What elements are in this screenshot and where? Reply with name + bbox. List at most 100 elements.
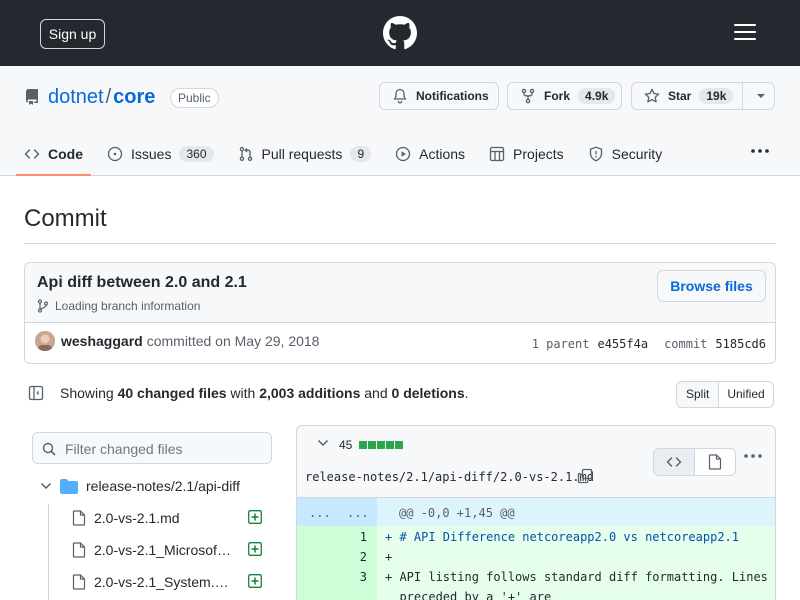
split-view-button[interactable]: Split [677, 382, 718, 407]
diff-line: preceded by a '+' are [297, 586, 775, 600]
line-code: preceded by a '+' are [385, 590, 552, 600]
issues-count: 360 [179, 146, 214, 162]
tree-file[interactable]: 2.0-vs-2.1_System.Buffers.md [72, 574, 272, 590]
filter-files-field[interactable] [32, 432, 272, 464]
chevron-down-icon [40, 482, 52, 490]
summary-files-changed: 40 changed files [117, 385, 227, 401]
rich-view-button[interactable] [695, 449, 736, 475]
branch-info: Loading branch information [37, 299, 200, 313]
hunk-header: ... ... @@ -0,0 +1,45 @@ [297, 498, 775, 526]
sidebar-toggle-icon[interactable] [28, 385, 44, 401]
tree-file-label: 2.0-vs-2.1.md [94, 510, 180, 526]
folder-icon [60, 478, 78, 494]
bell-icon [393, 88, 407, 104]
diff-line: 2 + [297, 546, 775, 566]
divider [24, 243, 776, 244]
repo-header: dotnet / core Public Notifications Fork 4.… [0, 66, 800, 176]
repo-separator: / [105, 86, 112, 108]
star-button[interactable]: Star 19k [631, 82, 743, 110]
diff-file-path[interactable]: release-notes/2.1/api-diff/2.0-vs-2.1.md [305, 470, 594, 484]
tree-file-label: 2.0-vs-2.1_System.Buffers.md [94, 574, 234, 590]
pull-requests-count: 9 [350, 146, 372, 162]
fork-icon [521, 88, 535, 104]
view-mode-toggle [653, 448, 736, 476]
author-link[interactable]: weshaggard [61, 333, 143, 349]
file-icon [72, 542, 86, 558]
file-icon [708, 454, 721, 470]
line-number[interactable]: 2 [337, 550, 367, 564]
expand-down-button[interactable]: ... [347, 506, 371, 520]
file-added-icon [248, 510, 262, 524]
parent-sha-link[interactable]: e455f4a [597, 337, 648, 351]
source-view-button[interactable] [654, 449, 695, 475]
repo-icon [25, 89, 38, 105]
unified-view-button[interactable]: Unified [718, 382, 773, 407]
commit-box: Api diff between 2.0 and 2.1 Loading bra… [24, 262, 776, 364]
summary-with: with [230, 385, 256, 401]
star-label: Star [668, 89, 692, 103]
tab-actions[interactable]: Actions [395, 132, 465, 176]
commit-sha: 5185cd6 [715, 337, 766, 351]
tab-pull-requests[interactable]: Pull requests 9 [238, 132, 372, 176]
summary-and: and [364, 385, 388, 401]
line-code: + API listing follows standard diff form… [385, 570, 768, 584]
commit-box-header: Api diff between 2.0 and 2.1 Loading bra… [25, 263, 775, 323]
issue-icon [107, 146, 123, 162]
expand-up-button[interactable]: ... [309, 506, 333, 520]
table-icon [489, 146, 505, 162]
search-icon [42, 442, 56, 456]
more-options-icon[interactable] [743, 453, 763, 459]
notifications-button[interactable]: Notifications [379, 82, 499, 110]
play-icon [395, 146, 411, 162]
more-options-icon[interactable] [750, 148, 770, 154]
tree-folder-label: release-notes/2.1/api-diff [86, 478, 240, 494]
tree-folder[interactable]: release-notes/2.1/api-diff [40, 478, 240, 494]
author-row: weshaggard committed on May 29, 2018 [35, 331, 319, 351]
fork-count: 4.9k [578, 88, 616, 104]
diff-summary: Showing 40 changed files with 2,003 addi… [28, 385, 469, 401]
tree-file[interactable]: 2.0-vs-2.1.md [72, 510, 272, 526]
github-logo-icon[interactable] [383, 16, 417, 50]
diff-line: 1 + # API Difference netcoreapp2.0 vs ne… [297, 526, 775, 546]
tab-projects[interactable]: Projects [489, 132, 564, 176]
visibility-badge: Public [170, 88, 219, 108]
shield-icon [589, 146, 602, 162]
copy-icon[interactable] [577, 468, 593, 484]
tab-security[interactable]: Security [588, 132, 662, 176]
line-number[interactable]: 3 [337, 570, 367, 584]
sign-up-button[interactable]: Sign up [40, 19, 105, 49]
tree-guide-line [48, 504, 49, 600]
tree-file[interactable]: 2.0-vs-2.1_Microsoft.CSharp.md [72, 542, 272, 558]
menu-icon[interactable] [734, 24, 756, 42]
repo-owner-link[interactable]: dotnet [48, 86, 104, 108]
file-icon [72, 574, 86, 590]
diff-line: 3 + API listing follows standard diff fo… [297, 566, 775, 586]
tab-code[interactable]: Code [16, 132, 91, 176]
repo-tabs: Code Issues 360 Pull requests 9 Actions … [16, 132, 686, 176]
tree-file-label: 2.0-vs-2.1_Microsoft.CSharp.md [94, 542, 234, 558]
avatar[interactable] [35, 331, 55, 351]
hunk-header-text: @@ -0,0 +1,45 @@ [399, 506, 515, 520]
line-code: + # API Difference netcoreapp2.0 vs netc… [385, 530, 740, 544]
tab-issues[interactable]: Issues 360 [107, 132, 214, 176]
line-number[interactable]: 1 [337, 530, 367, 544]
top-bar: Sign up [0, 0, 800, 66]
browse-files-button[interactable]: Browse files [657, 270, 766, 302]
star-dropdown-button[interactable] [742, 82, 775, 110]
page-title: Commit [24, 205, 107, 232]
file-icon [72, 510, 86, 526]
code-icon [24, 149, 40, 159]
fork-button[interactable]: Fork 4.9k [507, 82, 622, 110]
diffstat-bar [359, 441, 404, 449]
file-added-icon [248, 574, 262, 588]
commit-meta: 1 parent e455f4a commit 5185cd6 [532, 337, 766, 351]
filter-files-input[interactable] [65, 439, 265, 459]
repo-name-link[interactable]: core [113, 86, 155, 108]
file-added-icon [248, 542, 262, 556]
tab-projects-label: Projects [513, 146, 564, 162]
committed-date: committed on May 29, 2018 [146, 333, 320, 349]
commit-label: commit [664, 337, 708, 351]
file-diff: 45 release-notes/2.1/api-diff/2.0-vs-2.1… [296, 425, 776, 600]
branch-info-text: Loading branch information [55, 299, 201, 313]
chevron-down-icon[interactable] [317, 439, 329, 447]
